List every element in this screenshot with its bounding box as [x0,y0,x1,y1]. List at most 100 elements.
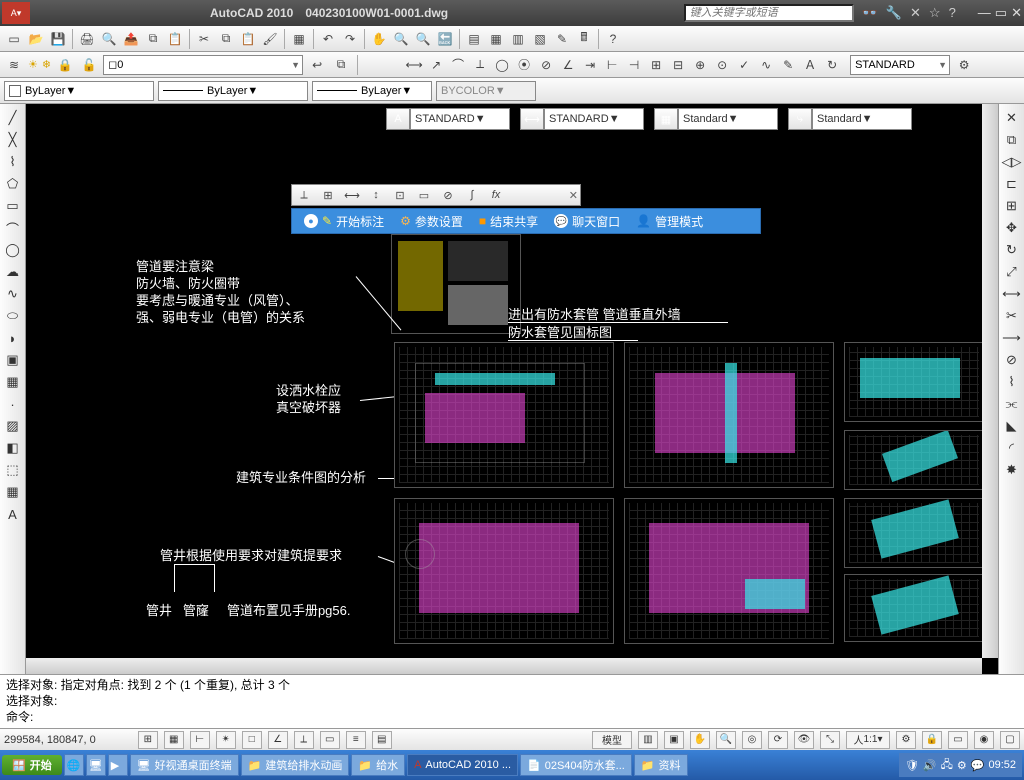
array-button[interactable]: ⊞ [1002,196,1022,216]
chat-window-button[interactable]: 💬聊天窗口 [554,213,620,230]
start-button[interactable]: 🪟 开始 [2,755,62,775]
open-button[interactable]: 📂 [26,29,46,49]
zoom-window-button[interactable]: 🔍 [413,29,433,49]
table-button[interactable]: ▦ [3,482,23,502]
nav-wheel-button[interactable]: ◎ [742,731,762,749]
task-anim[interactable]: 📁 建筑给排水动画 [241,754,350,776]
fl-btn-3[interactable]: ⟷ [342,186,362,204]
dimstyle2-combo[interactable]: STANDARD▼ [544,108,644,130]
block-button[interactable]: ▦ [289,29,309,49]
start-annotate-button[interactable]: ●✎开始标注 [304,213,384,230]
task-acad[interactable]: A AutoCAD 2010 ... [407,754,518,776]
app-menu-button[interactable]: A▾ [2,2,30,24]
hardware-accel-button[interactable]: ▭ [948,731,968,749]
nav-zoom-button[interactable]: 🔍 [716,731,736,749]
xline-button[interactable]: ╳ [3,130,23,150]
dim-baseline-button[interactable]: ⊢ [602,55,622,75]
mtext-button[interactable]: A [3,504,23,524]
plotstyle-combo[interactable]: BYCOLOR▼ [436,81,536,101]
layer-unlock-button[interactable]: 🔓 [79,55,99,75]
paste-button[interactable]: 📋 [238,29,258,49]
break-point-button[interactable]: ⊘ [1002,350,1022,370]
layer-combo[interactable]: ◻ 0▼ [103,55,303,75]
dim-break-button[interactable]: ⊟ [668,55,688,75]
grid-toggle[interactable]: ▦ [164,731,184,749]
dim-quick-button[interactable]: ⇥ [580,55,600,75]
textstyle-combo[interactable]: STANDARD▼ [410,108,510,130]
dim-jogged-button[interactable]: ⦿ [514,55,534,75]
arc-button[interactable]: ⌒ [3,218,23,238]
match-button[interactable]: 🖌 [260,29,280,49]
model-space-button[interactable]: 模型 [592,731,632,749]
insert-button[interactable]: ▣ [3,350,23,370]
exchange-icon[interactable]: ✕ [910,5,921,21]
copy2-button[interactable]: ⧉ [1002,130,1022,150]
isolate-objects-button[interactable]: ◉ [974,731,994,749]
fl-btn-8[interactable]: ∫ [462,186,482,204]
circle-button[interactable]: ◯ [3,240,23,260]
tablestyle-icon[interactable]: ▦ [654,108,678,130]
ellipse-button[interactable]: ⬭ [3,306,23,326]
v-scrollbar[interactable] [982,104,998,658]
sheet-button[interactable]: 📋 [165,29,185,49]
layer-prev-button[interactable]: ↩ [307,55,327,75]
system-tray[interactable]: 🛡 🔊 🖧 ⚙ 💬 09:52 [899,753,1022,777]
mleaderstyle-combo[interactable]: Standard▼ [812,108,912,130]
ws-switch-button[interactable]: ⚙ [896,731,916,749]
close-icon[interactable]: ✕ [1011,5,1022,21]
task-water[interactable]: 📁 给水 [351,754,405,776]
dimstyle-combo[interactable]: STANDARD▼ [850,55,950,75]
end-share-button[interactable]: ■结束共享 [479,213,538,230]
dimstyle-manager-button[interactable]: ⚙ [954,55,974,75]
erase-button[interactable]: ✕ [1002,108,1022,128]
help-icon[interactable]: ? [949,5,956,21]
linetype-combo[interactable]: ByLayer▼ [158,81,308,101]
scale-button[interactable]: ⤢ [1002,262,1022,282]
layer-state-button[interactable]: ⧉ [331,55,351,75]
pline-button[interactable]: ⌇ [3,152,23,172]
mleader-icon[interactable]: ⤷ [788,108,812,130]
fl-btn-4[interactable]: ↕ [366,186,386,204]
fl-btn-2[interactable]: ⊞ [318,186,338,204]
task-pdf[interactable]: 📄 02S404防水套... [520,754,632,776]
ellipse-arc-button[interactable]: ◗ [3,328,23,348]
stretch-button[interactable]: ⟷ [1002,284,1022,304]
fl-btn-1[interactable]: ⟂ [294,186,314,204]
move-button[interactable]: ✥ [1002,218,1022,238]
nav-orbit-button[interactable]: ⟳ [768,731,788,749]
line-button[interactable]: ╱ [3,108,23,128]
dim-arc-button[interactable]: ⌒ [448,55,468,75]
chamfer-button[interactable]: ◣ [1002,416,1022,436]
jogged-linear-button[interactable]: ∿ [756,55,776,75]
dim-radius-button[interactable]: ◯ [492,55,512,75]
offset-button[interactable]: ⊏ [1002,174,1022,194]
close-floatbar-icon[interactable]: ✕ [569,189,578,202]
region-button[interactable]: ⬚ [3,460,23,480]
dim-continue-button[interactable]: ⊣ [624,55,644,75]
mirror-button[interactable]: ◁▷ [1002,152,1022,172]
dim-linear-button[interactable]: ⟷ [404,55,424,75]
copy-button[interactable]: ⧉ [216,29,236,49]
trim-button[interactable]: ✂ [1002,306,1022,326]
spline-button[interactable]: ∿ [3,284,23,304]
ann-autoscale-button[interactable]: ⤡ [820,731,840,749]
explode-button[interactable]: ✸ [1002,460,1022,480]
make-block-button[interactable]: ▦ [3,372,23,392]
tray-icon[interactable]: 🔊 [923,759,937,772]
ql-ie[interactable]: 🌐 [64,754,84,776]
task-hst[interactable]: 🖥 好视通桌面终端 [130,754,239,776]
dyn-toggle[interactable]: ▭ [320,731,340,749]
help-search-input[interactable] [684,4,854,22]
layer-manager-button[interactable]: ≋ [4,55,24,75]
tray-icon[interactable]: 🛡 [905,759,919,772]
hatch-button[interactable]: ▨ [3,416,23,436]
dim-ordinate-button[interactable]: ⟂ [470,55,490,75]
redo-button[interactable]: ↷ [340,29,360,49]
undo-button[interactable]: ↶ [318,29,338,49]
param-settings-button[interactable]: ⚙参数设置 [400,213,463,230]
dim-angular-button[interactable]: ∠ [558,55,578,75]
floating-toolbar[interactable]: ⟂ ⊞ ⟷ ↕ ⊡ ▭ ⊘ ∫ fx ✕ [291,184,581,206]
clean-screen-button[interactable]: ▢ [1000,731,1020,749]
inspect-button[interactable]: ✓ [734,55,754,75]
extend-button[interactable]: ⟶ [1002,328,1022,348]
